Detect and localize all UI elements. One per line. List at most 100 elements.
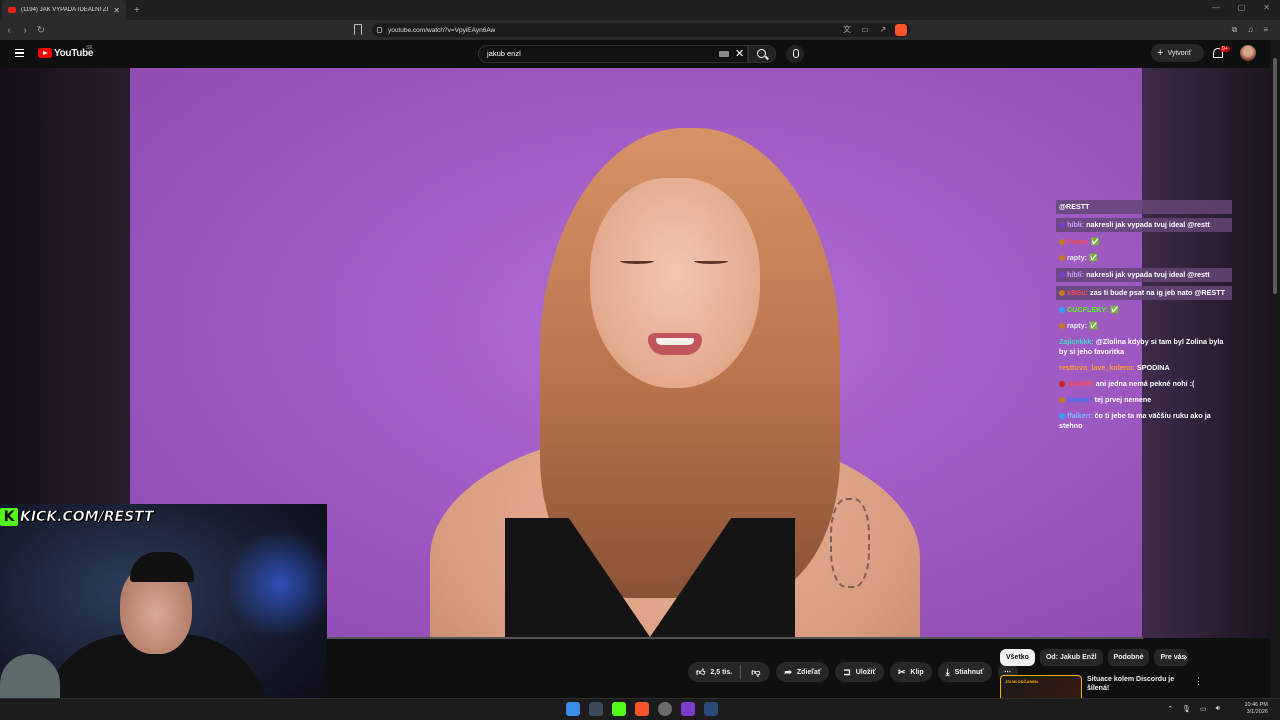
- share-icon: ➦: [784, 666, 792, 677]
- browser-menu-icons: ⧉ ♫ ≡: [1232, 25, 1268, 35]
- extensions-icon[interactable]: ⧉: [1232, 25, 1238, 35]
- share-label: Zdieľať: [796, 668, 822, 676]
- volume-icon[interactable]: 🔊︎: [1216, 705, 1220, 713]
- download-icon: ⤓: [945, 666, 950, 677]
- notifications-badge: 9+: [1220, 46, 1230, 52]
- new-tab-button[interactable]: +: [134, 5, 140, 16]
- video-progress-bar[interactable]: [327, 637, 1143, 639]
- youtube-favicon-icon: [8, 7, 16, 13]
- chip-all[interactable]: Všetko: [1000, 649, 1035, 666]
- start-icon[interactable]: [566, 702, 580, 716]
- share-button[interactable]: ➦ Zdieľať: [776, 662, 830, 682]
- youtube-header: YouTube SK jakub enzl ✕ + Vytvoriť 9+: [0, 40, 1280, 68]
- obs-icon[interactable]: [658, 702, 672, 716]
- account-avatar[interactable]: [1240, 45, 1256, 61]
- voice-search-button[interactable]: [786, 45, 804, 63]
- window-controls: — ▢ ✕: [1212, 3, 1270, 12]
- kick-banner: K KICK.COM/RESTT: [0, 506, 154, 528]
- youtube-logo-icon[interactable]: [38, 48, 52, 58]
- keyboard-icon[interactable]: [719, 51, 729, 57]
- scissors-icon: ✂: [897, 666, 906, 677]
- chat-message: Freak: ✅: [1056, 236, 1232, 248]
- chat-badge-icon: [1059, 238, 1065, 245]
- left-eye: [620, 258, 654, 264]
- close-window-icon[interactable]: ✕: [1263, 3, 1270, 12]
- chat-message: resttovo_lave_koleno: SPODINA: [1056, 362, 1232, 374]
- reload-icon[interactable]: ↻: [34, 25, 48, 36]
- clip-label: Klip: [910, 668, 924, 676]
- chat-badge-icon: [1059, 306, 1065, 313]
- clear-search-icon[interactable]: ✕: [735, 47, 744, 60]
- cast-icon[interactable]: ▭: [860, 25, 870, 35]
- chat-username: Zajicekkk:: [1059, 337, 1094, 346]
- create-label: Vytvoriť: [1167, 49, 1192, 57]
- chat-username: ffalken:: [1067, 411, 1093, 420]
- tray-expand-icon[interactable]: ⌃: [1167, 705, 1173, 713]
- forward-icon[interactable]: ›: [18, 25, 32, 36]
- chips-next-icon[interactable]: ›: [1184, 652, 1187, 663]
- guide-menu-icon[interactable]: [15, 49, 24, 57]
- page-scrollbar[interactable]: [1270, 40, 1280, 698]
- video-subject-face: [590, 178, 760, 388]
- search-button[interactable]: [748, 45, 776, 63]
- microphone-tray-icon[interactable]: 🎙︎: [1182, 705, 1191, 713]
- like-count: 2,5 tis.: [710, 668, 733, 676]
- steam-icon[interactable]: [704, 702, 718, 716]
- chat-text: tej prvej nemene: [1092, 395, 1152, 404]
- close-tab-icon[interactable]: ✕: [113, 6, 120, 15]
- chat-username: hibli:: [1067, 270, 1085, 279]
- video-actions: 👍︎ 2,5 tis. 👎︎ ➦ Zdieľať ⊐ Uložiť ✂ Klip…: [688, 662, 1018, 682]
- chat-username: Xamek:: [1067, 395, 1093, 404]
- clip-button[interactable]: ✂ Klip: [889, 662, 932, 682]
- chat-message: @RESTT: [1056, 200, 1232, 214]
- minimize-icon[interactable]: —: [1212, 3, 1220, 12]
- address-bar-icons: 文 ▭ ↗: [842, 25, 888, 35]
- share-page-icon[interactable]: ↗: [878, 25, 888, 35]
- related-filter-chips: Všetko Od: Jakub Enžl Podobné Pre vás: [1000, 649, 1189, 666]
- terminal-icon[interactable]: [589, 702, 603, 716]
- bookmark-icon[interactable]: [354, 24, 362, 35]
- menu-icon[interactable]: ≡: [1263, 25, 1268, 35]
- create-button[interactable]: + Vytvoriť: [1151, 44, 1204, 62]
- back-icon[interactable]: ‹: [2, 25, 16, 36]
- scrollbar-thumb[interactable]: [1273, 58, 1277, 294]
- chat-username: rapty:: [1067, 321, 1087, 330]
- chat-text: ✅: [1108, 305, 1119, 314]
- brave-shields-icon[interactable]: [895, 24, 907, 36]
- chat-username: rapty:: [1067, 253, 1087, 262]
- media-icon[interactable]: ♫: [1247, 25, 1253, 35]
- url-field[interactable]: youtube.com/watch?v=VpyiEAyn6Aw: [372, 23, 910, 37]
- recommended-title[interactable]: Situace kolem Discordu je šílená!: [1087, 675, 1187, 693]
- chat-text: zas ti bude psat na ig jeb nato @RESTT: [1088, 288, 1225, 297]
- dislike-button[interactable]: 👎︎: [741, 667, 770, 678]
- chat-text: nakresli jak vypada tvuj ideal @restt: [1084, 220, 1210, 229]
- chip-from-channel[interactable]: Od: Jakub Enžl: [1039, 649, 1103, 666]
- stream-chat-overlay: @RESTT hibli: nakresli jak vypada tvuj id…: [1056, 200, 1232, 436]
- thumbs-up-icon: 👍︎: [696, 666, 706, 677]
- chat-text: ✅: [1086, 321, 1098, 330]
- like-button[interactable]: 👍︎ 2,5 tis.: [688, 665, 742, 679]
- brave-app-icon[interactable]: [635, 702, 649, 716]
- translate-icon[interactable]: 文: [842, 25, 852, 35]
- search-query: jakub enzl: [487, 49, 521, 58]
- tattoo: [830, 498, 870, 588]
- browser-tab[interactable]: (1194) JAK VYPADÁ IDEÁLNÍ ŽEN ✕: [2, 0, 126, 20]
- download-label: Stiahnuť: [954, 668, 984, 676]
- more-options-icon[interactable]: ⋮: [1194, 676, 1203, 687]
- chat-message: cislo85: ani jedna nemá pekné nohi :(: [1056, 378, 1232, 390]
- chat-message: ffalken: čo ti jebe ta ma väčšiu ruku ak…: [1056, 410, 1232, 432]
- maximize-icon[interactable]: ▢: [1238, 3, 1246, 12]
- network-icon[interactable]: ▭: [1200, 705, 1207, 713]
- site-info-icon[interactable]: [377, 27, 382, 33]
- clock-time: 10:46 PM: [1244, 702, 1268, 708]
- discord-app-icon[interactable]: [681, 702, 695, 716]
- download-button[interactable]: ⤓ Stiahnuť: [937, 662, 992, 682]
- streamer-webcam: [0, 504, 327, 720]
- chip-similar[interactable]: Podobné: [1107, 649, 1150, 666]
- taskbar-clock[interactable]: 10:46 PM 3/1/2026: [1244, 702, 1268, 716]
- chat-username: resttovo_lave_koleno:: [1059, 363, 1135, 372]
- kick-app-icon[interactable]: [612, 702, 626, 716]
- save-button[interactable]: ⊐ Uložiť: [835, 662, 884, 682]
- search-input[interactable]: jakub enzl ✕: [478, 45, 748, 63]
- chat-badge-icon: [1059, 380, 1065, 387]
